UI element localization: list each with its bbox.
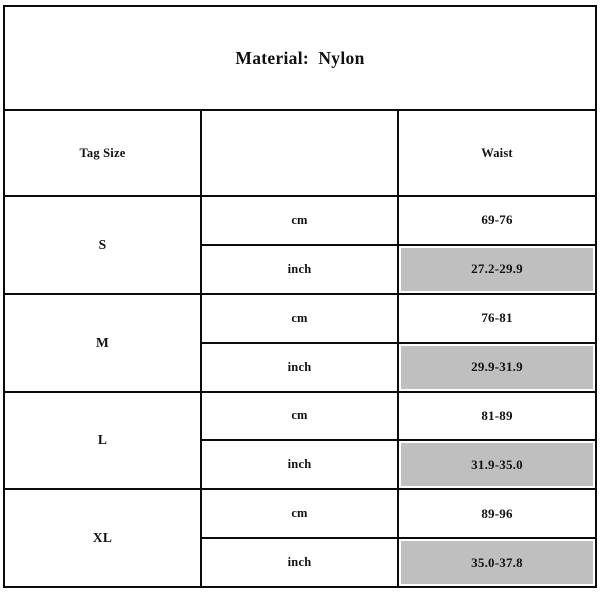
measurement-row-inch: inch 29.9-31.9 [202, 343, 595, 391]
measurement-group: cm 81-89 inch 31.9-35.0 [202, 392, 595, 489]
measurement-row-cm: cm 89-96 [202, 490, 595, 540]
table-row: S cm 69-76 inch 27.2-29.9 [5, 197, 595, 295]
unit-label-cm: cm [202, 197, 399, 244]
waist-value-cm: 89-96 [399, 490, 595, 537]
column-header-unit [202, 111, 399, 195]
size-chart-table: Material: Nylon Tag Size Waist S cm 69-7… [3, 5, 597, 588]
waist-value-inch-text: 29.9-31.9 [401, 345, 593, 389]
unit-label-cm: cm [202, 294, 399, 342]
unit-label-inch: inch [202, 441, 399, 489]
measurement-group: cm 76-81 inch 29.9-31.9 [202, 294, 595, 391]
material-title: Material: Nylon [235, 47, 365, 68]
measurement-row-cm: cm 81-89 [202, 392, 595, 442]
tag-size-cell: S [5, 197, 202, 293]
waist-value-inch-text: 27.2-29.9 [401, 247, 593, 291]
waist-value-cm-text: 81-89 [481, 407, 513, 423]
waist-value-cm-text: 89-96 [481, 505, 513, 521]
unit-label-inch: inch [202, 245, 399, 293]
unit-label-cm: cm [202, 490, 399, 538]
waist-value-cm: 76-81 [399, 295, 595, 342]
waist-value-cm-text: 76-81 [481, 310, 513, 326]
measurement-row-inch: inch 27.2-29.9 [202, 245, 595, 293]
waist-value-cm: 81-89 [399, 393, 595, 440]
measurement-group: cm 89-96 inch 35.0-37.8 [202, 490, 595, 586]
waist-value-cm-text: 69-76 [481, 212, 513, 228]
waist-value-inch-text: 35.0-37.8 [401, 541, 593, 584]
table-header-row: Tag Size Waist [5, 111, 595, 197]
measurement-row-inch: inch 35.0-37.8 [202, 539, 595, 586]
measurement-group: cm 69-76 inch 27.2-29.9 [202, 197, 595, 293]
waist-value-inch: 27.2-29.9 [399, 246, 595, 293]
unit-label-cm: cm [202, 392, 399, 440]
column-header-tag-size: Tag Size [5, 111, 202, 195]
table-title-row: Material: Nylon [5, 7, 595, 111]
table-row: L cm 81-89 inch 31.9-35.0 [5, 392, 595, 491]
tag-size-cell: XL [5, 490, 202, 586]
table-row: M cm 76-81 inch 29.9-31.9 [5, 294, 595, 393]
unit-label-inch: inch [202, 539, 399, 586]
waist-value-cm: 69-76 [399, 197, 595, 244]
tag-size-cell: M [5, 294, 202, 391]
waist-value-inch: 29.9-31.9 [399, 344, 595, 391]
table-row: XL cm 89-96 inch 35.0-37.8 [5, 490, 595, 586]
measurement-row-cm: cm 76-81 [202, 294, 595, 344]
waist-value-inch-text: 31.9-35.0 [401, 443, 593, 487]
measurement-row-inch: inch 31.9-35.0 [202, 441, 595, 489]
measurement-row-cm: cm 69-76 [202, 197, 595, 246]
size-chart-image: Material: Nylon Tag Size Waist S cm 69-7… [0, 0, 600, 600]
waist-value-inch: 31.9-35.0 [399, 441, 595, 488]
unit-label-inch: inch [202, 343, 399, 391]
waist-value-inch: 35.0-37.8 [399, 539, 595, 586]
tag-size-cell: L [5, 392, 202, 489]
column-header-waist: Waist [481, 145, 513, 160]
